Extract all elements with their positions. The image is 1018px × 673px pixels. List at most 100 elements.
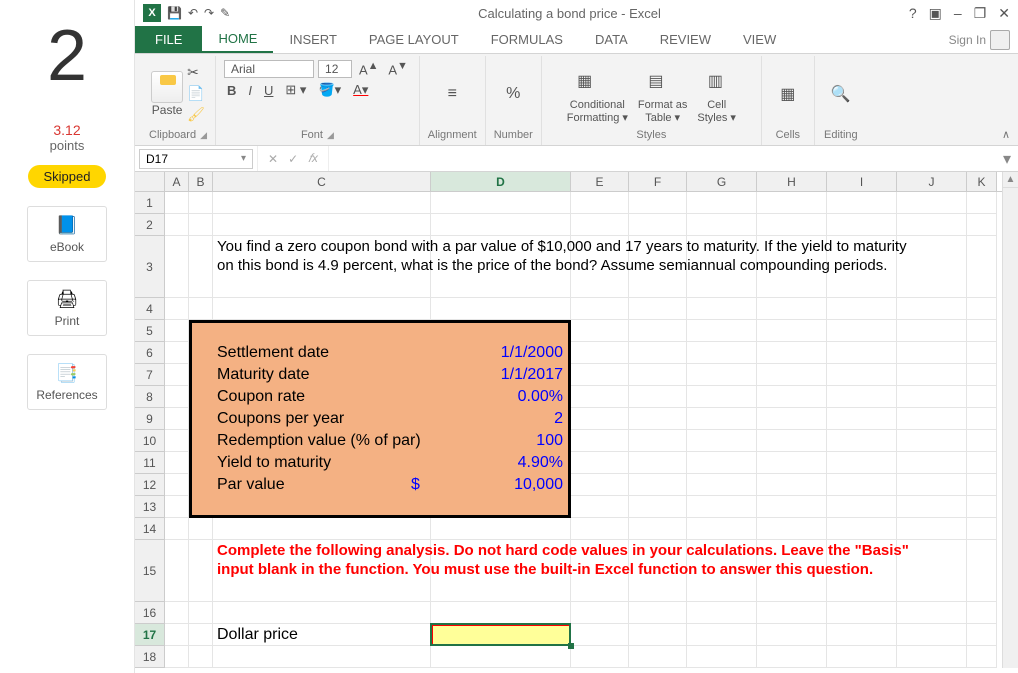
row-header-9[interactable]: 9 xyxy=(135,408,165,430)
tab-formulas[interactable]: FORMULAS xyxy=(475,26,579,53)
cell-E1[interactable] xyxy=(571,192,629,214)
cell-A17[interactable] xyxy=(165,624,189,646)
cell-G9[interactable] xyxy=(687,408,757,430)
cell-F17[interactable] xyxy=(629,624,687,646)
expand-formula-bar-icon[interactable]: ▾ xyxy=(996,149,1018,169)
scroll-up-icon[interactable]: ▲ xyxy=(1003,172,1018,188)
cell-H17[interactable] xyxy=(757,624,827,646)
redo-icon[interactable]: ↷ xyxy=(204,6,214,20)
cell-D14[interactable] xyxy=(431,518,571,540)
cell-K1[interactable] xyxy=(967,192,997,214)
cell-C16[interactable] xyxy=(213,602,431,624)
undo-icon[interactable]: ↶ xyxy=(188,6,198,20)
row-header-10[interactable]: 10 xyxy=(135,430,165,452)
help-icon[interactable]: ? xyxy=(909,5,917,21)
fill-color-icon[interactable]: 🪣▾ xyxy=(315,82,344,98)
cell-B17[interactable] xyxy=(189,624,213,646)
cell-K16[interactable] xyxy=(967,602,997,624)
cell-G8[interactable] xyxy=(687,386,757,408)
cell-F5[interactable] xyxy=(629,320,687,342)
cell-I11[interactable] xyxy=(827,452,897,474)
cell-H6[interactable] xyxy=(757,342,827,364)
cell-H4[interactable] xyxy=(757,298,827,320)
row-header-3[interactable]: 3 xyxy=(135,236,165,298)
cell-J10[interactable] xyxy=(897,430,967,452)
cell-G10[interactable] xyxy=(687,430,757,452)
cell-B3[interactable] xyxy=(189,236,213,298)
paste-label[interactable]: Paste xyxy=(152,103,183,117)
cell-K15[interactable] xyxy=(967,540,997,602)
cell-E2[interactable] xyxy=(571,214,629,236)
tab-file[interactable]: FILE xyxy=(135,26,202,53)
row-header-13[interactable]: 13 xyxy=(135,496,165,518)
cancel-formula-icon[interactable]: ✕ xyxy=(268,152,278,166)
cell-A3[interactable] xyxy=(165,236,189,298)
cell-E6[interactable] xyxy=(571,342,629,364)
cell-F9[interactable] xyxy=(629,408,687,430)
cell-J18[interactable] xyxy=(897,646,967,668)
cell-K4[interactable] xyxy=(967,298,997,320)
cell-C4[interactable] xyxy=(213,298,431,320)
cell-J13[interactable] xyxy=(897,496,967,518)
cell-E17[interactable] xyxy=(571,624,629,646)
cell-H1[interactable] xyxy=(757,192,827,214)
cell-I18[interactable] xyxy=(827,646,897,668)
cell-K11[interactable] xyxy=(967,452,997,474)
cell-H12[interactable] xyxy=(757,474,827,496)
row-header-14[interactable]: 14 xyxy=(135,518,165,540)
cell-E16[interactable] xyxy=(571,602,629,624)
cell-I12[interactable] xyxy=(827,474,897,496)
cell-E8[interactable] xyxy=(571,386,629,408)
cell-I6[interactable] xyxy=(827,342,897,364)
cell-H13[interactable] xyxy=(757,496,827,518)
border-icon[interactable]: ⊞ ▾ xyxy=(282,82,309,98)
collapse-ribbon-icon[interactable]: ∧ xyxy=(1002,128,1010,141)
row-header-4[interactable]: 4 xyxy=(135,298,165,320)
cell-A18[interactable] xyxy=(165,646,189,668)
cell-I9[interactable] xyxy=(827,408,897,430)
col-header-D[interactable]: D xyxy=(431,172,571,191)
underline-button[interactable]: U xyxy=(261,83,276,98)
cell-I2[interactable] xyxy=(827,214,897,236)
cut-icon[interactable]: ✂ xyxy=(187,64,205,81)
col-header-C[interactable]: C xyxy=(213,172,431,191)
font-name-select[interactable]: Arial xyxy=(224,60,314,78)
row-header-1[interactable]: 1 xyxy=(135,192,165,214)
format-painter-icon[interactable]: 🖌 xyxy=(187,106,205,123)
row-header-2[interactable]: 2 xyxy=(135,214,165,236)
font-color-icon[interactable]: A▾ xyxy=(350,82,371,98)
name-box[interactable]: D17 ▾ xyxy=(139,149,253,169)
format-as-table-icon[interactable]: ▤ xyxy=(638,63,674,99)
cell-D18[interactable] xyxy=(431,646,571,668)
ebook-button[interactable]: 📘 eBook xyxy=(27,206,107,262)
cell-E13[interactable] xyxy=(571,496,629,518)
cell-F10[interactable] xyxy=(629,430,687,452)
cell-J11[interactable] xyxy=(897,452,967,474)
cell-E5[interactable] xyxy=(571,320,629,342)
alignment-label[interactable]: Alignment xyxy=(428,129,477,141)
grow-font-icon[interactable]: A▲ xyxy=(356,60,381,77)
references-button[interactable]: 📑 References xyxy=(27,354,107,410)
cell-K9[interactable] xyxy=(967,408,997,430)
cell-E7[interactable] xyxy=(571,364,629,386)
cell-E12[interactable] xyxy=(571,474,629,496)
row-header-8[interactable]: 8 xyxy=(135,386,165,408)
font-dialog-icon[interactable]: ◢ xyxy=(327,130,334,140)
cell-H16[interactable] xyxy=(757,602,827,624)
cell-H8[interactable] xyxy=(757,386,827,408)
cell-J6[interactable] xyxy=(897,342,967,364)
cell-I7[interactable] xyxy=(827,364,897,386)
cell-C1[interactable] xyxy=(213,192,431,214)
cell-C14[interactable] xyxy=(213,518,431,540)
col-header-E[interactable]: E xyxy=(571,172,629,191)
cell-F7[interactable] xyxy=(629,364,687,386)
cell-K18[interactable] xyxy=(967,646,997,668)
row-header-11[interactable]: 11 xyxy=(135,452,165,474)
minimize-icon[interactable]: – xyxy=(954,5,962,21)
row-header-16[interactable]: 16 xyxy=(135,602,165,624)
cell-A4[interactable] xyxy=(165,298,189,320)
restore-icon[interactable]: ❐ xyxy=(974,5,987,22)
cell-B18[interactable] xyxy=(189,646,213,668)
cell-K14[interactable] xyxy=(967,518,997,540)
print-button[interactable]: 🖨 Print xyxy=(27,280,107,336)
